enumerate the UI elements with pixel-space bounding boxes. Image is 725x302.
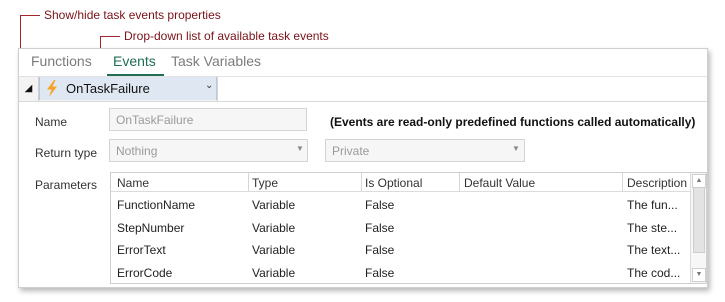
param-type-cell: Variable	[252, 266, 296, 280]
param-optional-cell: False	[365, 221, 395, 235]
param-optional-cell: False	[365, 198, 395, 212]
param-name-cell: FunctionName	[117, 198, 196, 212]
tab-functions[interactable]: Functions	[31, 53, 92, 69]
name-label: Name	[35, 115, 68, 129]
column-header-default-value[interactable]: Default Value	[464, 176, 535, 190]
lightning-bolt-icon	[47, 80, 57, 97]
return-type-value: Nothing	[116, 144, 158, 158]
return-type-label: Return type	[35, 146, 98, 160]
param-optional-cell: False	[365, 266, 395, 280]
column-separator[interactable]	[361, 173, 362, 191]
name-field-value: OnTaskFailure	[116, 113, 194, 127]
column-header-is-optional[interactable]: Is Optional	[365, 176, 422, 190]
callout-line-dropdown-horizontal	[100, 36, 120, 37]
scroll-up-button[interactable]: ▲	[692, 174, 706, 188]
access-modifier-select: Private ▼	[325, 139, 525, 162]
column-separator[interactable]	[459, 173, 460, 191]
task-events-panel: Functions Events Task Variables ◢ OnTask…	[18, 48, 708, 288]
grid-header: Name Type Is Optional Default Value Desc…	[111, 173, 706, 192]
annotation-dropdown: Drop-down list of available task events	[124, 29, 329, 43]
access-modifier-arrow-icon: ▼	[512, 144, 520, 153]
event-toolbar: ◢ OnTaskFailure ⌄	[19, 77, 707, 102]
param-description-cell: The fun...	[627, 198, 678, 212]
param-type-cell: Variable	[252, 243, 296, 257]
tab-task-variables[interactable]: Task Variables	[171, 53, 261, 69]
param-type-cell: Variable	[252, 221, 296, 235]
param-name-cell: ErrorCode	[117, 266, 173, 280]
parameters-label: Parameters	[35, 178, 98, 192]
param-type-cell: Variable	[252, 198, 296, 212]
scroll-thumb[interactable]	[693, 187, 705, 253]
annotation-show-hide: Show/hide task events properties	[44, 8, 221, 22]
chevron-down-icon: ⌄	[205, 80, 214, 91]
param-description-cell: The cod...	[627, 266, 681, 280]
column-header-name[interactable]: Name	[117, 176, 149, 190]
param-description-cell: The ste...	[627, 221, 678, 235]
selected-event-label: OnTaskFailure	[66, 81, 150, 96]
task-event-dropdown[interactable]: OnTaskFailure ⌄	[39, 77, 217, 100]
column-separator[interactable]	[248, 173, 249, 191]
param-optional-cell: False	[365, 243, 395, 257]
name-field: OnTaskFailure	[109, 108, 307, 131]
vertical-scrollbar[interactable]: ▲ ▼	[690, 173, 706, 283]
column-header-type[interactable]: Type	[252, 176, 278, 190]
param-name-cell: StepNumber	[117, 221, 185, 235]
tab-strip: Functions Events Task Variables	[19, 49, 707, 76]
return-type-arrow-icon: ▼	[296, 144, 304, 153]
parameters-grid: Name Type Is Optional Default Value Desc…	[110, 172, 707, 284]
tab-events[interactable]: Events	[113, 53, 156, 69]
param-description-cell: The text...	[627, 243, 681, 257]
scroll-down-button[interactable]: ▼	[692, 268, 706, 282]
access-modifier-value: Private	[332, 144, 370, 158]
param-name-cell: ErrorText	[117, 243, 166, 257]
column-separator[interactable]	[622, 173, 623, 191]
return-type-select: Nothing ▼	[109, 139, 308, 162]
show-hide-properties-toggle[interactable]: ◢	[19, 77, 39, 101]
column-header-description[interactable]: Description	[627, 176, 687, 190]
events-readonly-note: (Events are read-only predefined functio…	[330, 115, 696, 129]
callout-line-show-hide-horizontal	[20, 15, 40, 16]
toolbar-empty-area	[217, 77, 707, 101]
